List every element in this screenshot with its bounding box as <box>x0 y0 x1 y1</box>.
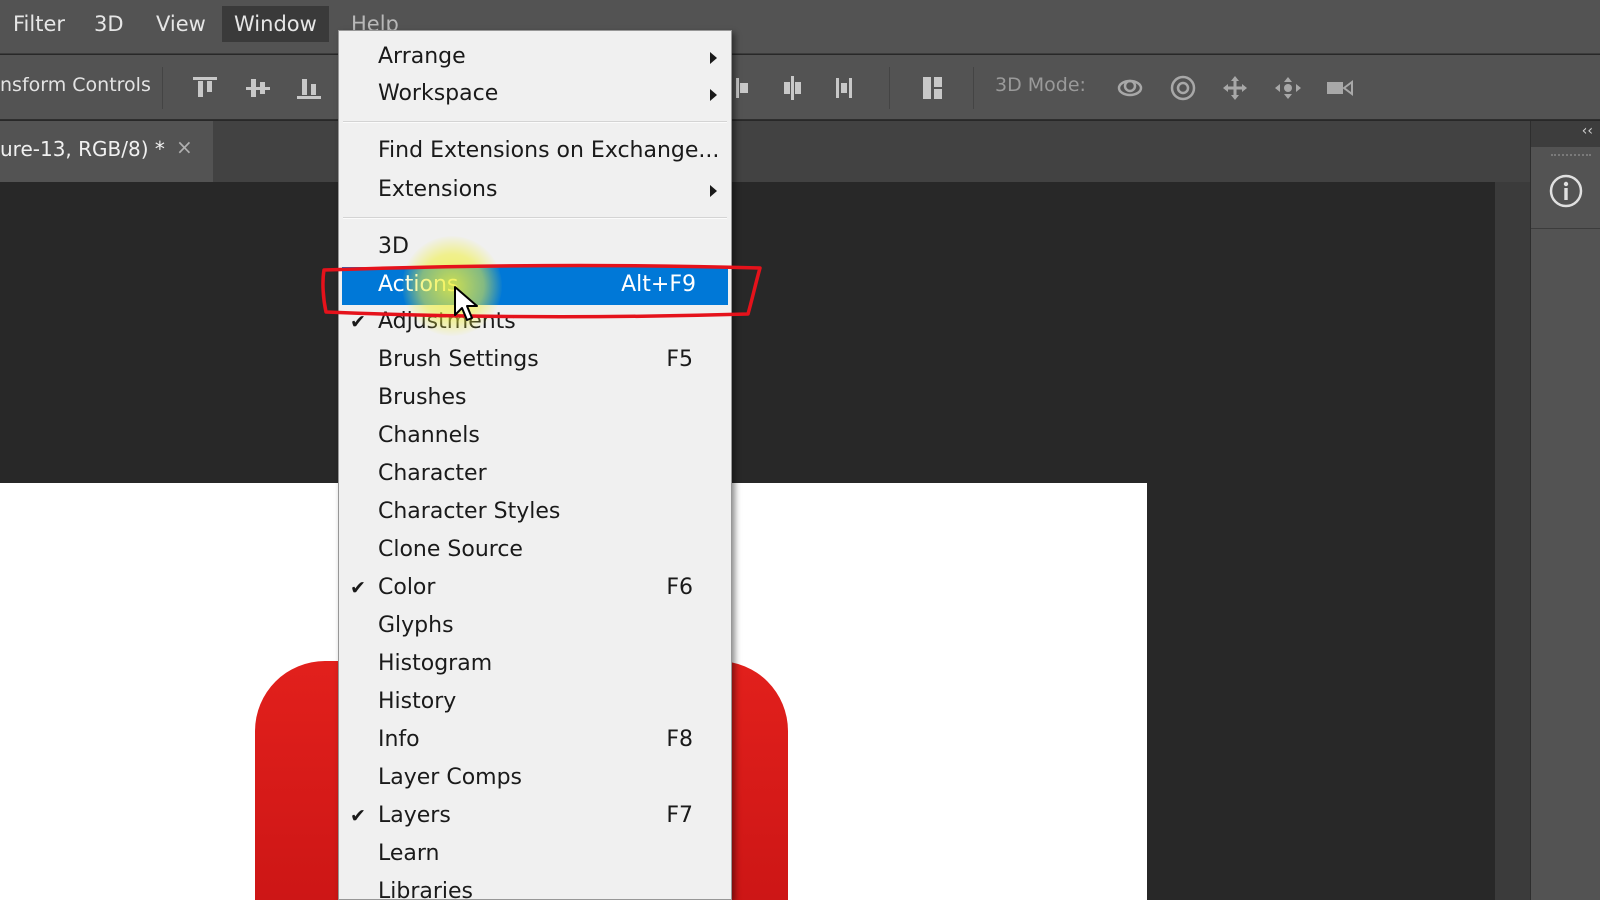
distribute-horizontal-icon[interactable] <box>730 73 760 103</box>
document-tab[interactable]: ure-13, RGB/8) * × <box>0 121 213 182</box>
menu-item-label: Actions <box>378 272 459 297</box>
menu-item-label: Find Extensions on Exchange... <box>378 138 720 163</box>
divider <box>162 67 163 109</box>
menu-view[interactable]: View <box>144 6 218 42</box>
menu-item-label: Layers <box>378 803 451 828</box>
menu-item-label: Histogram <box>378 651 493 676</box>
menu-item-label: Character Styles <box>378 499 561 524</box>
menu-item-label: Layer Comps <box>378 765 523 790</box>
align-vertical-center-icon[interactable] <box>243 73 273 103</box>
menu-item-shortcut: F5 <box>666 347 693 372</box>
menu-filter[interactable]: Filter <box>1 6 77 42</box>
menu-item-label: Extensions <box>378 177 498 202</box>
menu-item-brush-settings[interactable]: Brush Settings F5 <box>339 342 731 380</box>
photoshop-window: Filter 3D View Window Help nsform Contro… <box>0 0 1600 900</box>
menu-item-histogram[interactable]: Histogram <box>339 646 731 684</box>
menu-item-label: Adjustments <box>378 309 516 334</box>
menu-item-find-extensions[interactable]: Find Extensions on Exchange... <box>339 133 731 171</box>
menu-item-layers[interactable]: ✔ Layers F7 <box>339 798 731 836</box>
menu-item-learn[interactable]: Learn <box>339 836 731 874</box>
pan-3d-icon[interactable] <box>1220 73 1250 103</box>
canvas-area[interactable] <box>0 182 1495 900</box>
menu-item-label: Color <box>378 575 436 600</box>
camera-3d-icon[interactable] <box>1325 73 1355 103</box>
menu-item-label: Brush Settings <box>378 347 539 372</box>
menu-separator <box>343 217 727 219</box>
submenu-arrow-icon <box>710 52 717 64</box>
menu-item-label: Libraries <box>378 879 474 900</box>
menu-item-label: 3D <box>378 234 409 259</box>
menu-separator <box>343 121 727 123</box>
checkmark-icon: ✔ <box>350 311 366 333</box>
3d-mode-label: 3D Mode: <box>995 74 1086 96</box>
menu-item-brushes[interactable]: Brushes <box>339 380 731 418</box>
menu-item-label: Channels <box>378 423 480 448</box>
slide-3d-icon[interactable] <box>1273 73 1303 103</box>
menu-item-color[interactable]: ✔ Color F6 <box>339 570 731 608</box>
menu-item-glyphs[interactable]: Glyphs <box>339 608 731 646</box>
menu-item-layer-comps[interactable]: Layer Comps <box>339 760 731 798</box>
divider <box>973 67 974 109</box>
menu-item-label: Character <box>378 461 487 486</box>
options-bar: nsform Controls 3D Mode: <box>0 55 1600 120</box>
menu-bar: Filter 3D View Window Help <box>0 0 1600 54</box>
document-tab-title: ure-13, RGB/8) * <box>0 137 165 161</box>
checkmark-icon: ✔ <box>350 805 366 827</box>
menu-item-actions[interactable]: Actions Alt+F9 <box>342 267 728 305</box>
menu-item-extensions[interactable]: Extensions <box>339 172 731 210</box>
menu-item-history[interactable]: History <box>339 684 731 722</box>
document-tab-bar: ure-13, RGB/8) * × <box>0 121 1530 182</box>
menu-item-shortcut: F7 <box>666 803 693 828</box>
menu-window[interactable]: Window <box>222 6 329 42</box>
submenu-arrow-icon <box>710 89 717 101</box>
menu-item-adjustments[interactable]: ✔ Adjustments <box>339 304 731 342</box>
menu-item-label: Info <box>378 727 420 752</box>
panel-dock: ‹‹ <box>1530 121 1600 900</box>
menu-item-channels[interactable]: Channels <box>339 418 731 456</box>
menu-item-label: Workspace <box>378 81 499 106</box>
menu-item-label: History <box>378 689 457 714</box>
panel-dock-header: ‹‹ <box>1531 121 1600 147</box>
align-top-icon[interactable] <box>190 73 220 103</box>
window-menu-dropdown: Arrange Workspace Find Extensions on Exc… <box>338 30 732 900</box>
menu-item-label: Learn <box>378 841 440 866</box>
menu-item-info[interactable]: Info F8 <box>339 722 731 760</box>
menu-item-character[interactable]: Character <box>339 456 731 494</box>
panel-grip[interactable] <box>1551 154 1591 158</box>
align-bottom-icon[interactable] <box>294 73 324 103</box>
menu-item-shortcut: Alt+F9 <box>621 272 696 297</box>
menu-item-workspace[interactable]: Workspace <box>339 76 731 114</box>
vertical-scrollbar[interactable] <box>1495 182 1530 900</box>
submenu-arrow-icon <box>710 185 717 197</box>
menu-item-libraries[interactable]: Libraries <box>339 874 731 900</box>
menu-item-clone-source[interactable]: Clone Source <box>339 532 731 570</box>
transform-controls-label[interactable]: nsform Controls <box>0 74 151 96</box>
menu-item-label: Glyphs <box>378 613 454 638</box>
menu-item-shortcut: F8 <box>666 727 693 752</box>
menu-item-label: Brushes <box>378 385 467 410</box>
menu-item-arrange[interactable]: Arrange <box>339 39 731 77</box>
menu-item-label: Arrange <box>378 44 466 69</box>
roll-3d-icon[interactable] <box>1168 73 1198 103</box>
distribute-right-icon[interactable] <box>830 73 860 103</box>
menu-3d[interactable]: 3D <box>82 6 136 42</box>
menu-item-shortcut: F6 <box>666 575 693 600</box>
menu-item-3d[interactable]: 3D <box>339 229 731 267</box>
menu-item-label: Clone Source <box>378 537 523 562</box>
info-icon[interactable] <box>1548 173 1584 209</box>
collapse-panels-icon[interactable]: ‹‹ <box>1582 123 1593 139</box>
distribute-center-icon[interactable] <box>778 73 808 103</box>
auto-align-icon[interactable] <box>918 73 948 103</box>
close-icon[interactable]: × <box>176 135 193 159</box>
menu-item-character-styles[interactable]: Character Styles <box>339 494 731 532</box>
checkmark-icon: ✔ <box>350 577 366 599</box>
divider <box>1531 228 1600 229</box>
divider <box>889 67 890 109</box>
orbit-3d-icon[interactable] <box>1115 73 1145 103</box>
